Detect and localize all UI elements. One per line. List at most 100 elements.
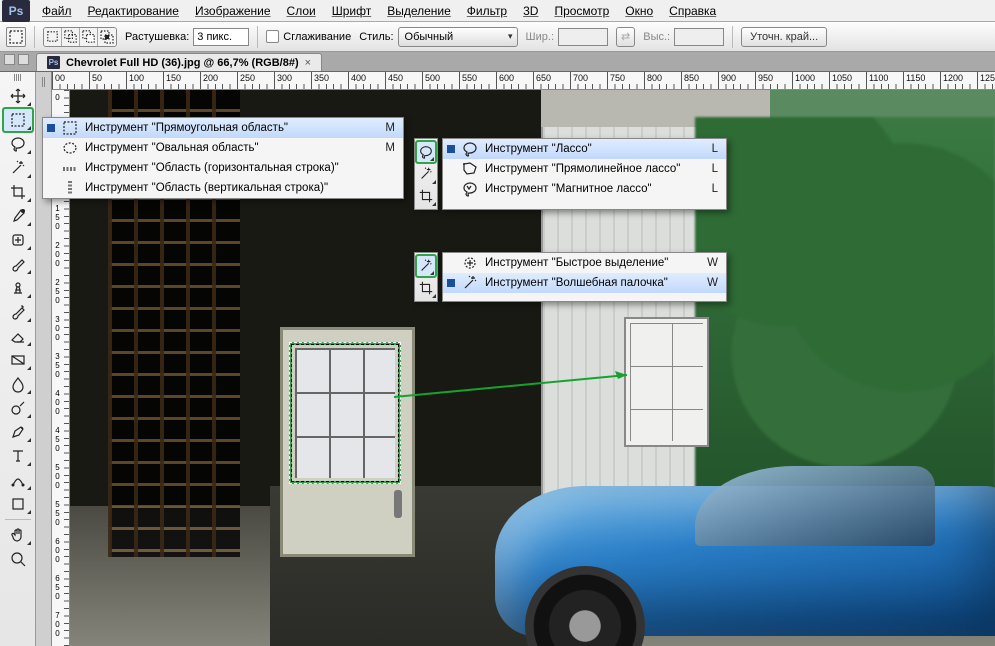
separator [732, 26, 733, 48]
dodge-tool[interactable] [3, 396, 33, 420]
menu-layers[interactable]: Слои [279, 2, 324, 20]
heal-tool[interactable] [3, 228, 33, 252]
antialias-checkbox[interactable] [266, 30, 279, 43]
feather-input[interactable] [193, 28, 249, 46]
app-logo: Ps [2, 0, 30, 22]
close-icon[interactable]: × [305, 57, 311, 69]
menu-filter[interactable]: Фильтр [459, 2, 515, 20]
wand-tool[interactable] [3, 156, 33, 180]
magic-wand-icon [461, 274, 479, 292]
wand-tool[interactable] [416, 255, 436, 277]
row-marquee-icon [61, 159, 79, 177]
separator [34, 26, 35, 48]
toolbox [0, 72, 36, 646]
selected-dot-icon [47, 124, 55, 132]
selection-mode-group [43, 27, 117, 47]
history-brush-tool[interactable] [3, 300, 33, 324]
brush-tool[interactable] [3, 252, 33, 276]
menu-window[interactable]: Окно [617, 2, 661, 20]
sel-add-icon[interactable] [62, 28, 80, 46]
sel-new-icon[interactable] [44, 28, 62, 46]
shape-tool[interactable] [3, 492, 33, 516]
flyout-item[interactable]: Инструмент "Область (горизонтальная стро… [43, 158, 403, 178]
ellipse-marquee-icon [61, 139, 79, 157]
poly-lasso-icon [461, 160, 479, 178]
wand-tool[interactable] [415, 163, 437, 185]
menu-file[interactable]: Файл [34, 2, 80, 20]
stamp-tool[interactable] [3, 276, 33, 300]
flyout-item[interactable]: Инструмент "Магнитное лассо" L [443, 179, 726, 199]
marquee-tool[interactable] [3, 108, 33, 132]
selected-dot-icon [447, 145, 455, 153]
move-tool[interactable] [3, 84, 33, 108]
path-sel-tool[interactable] [3, 468, 33, 492]
doc-arrange-icon[interactable] [18, 54, 29, 65]
crop-tool[interactable] [415, 185, 437, 207]
blur-tool[interactable] [3, 372, 33, 396]
flyout-label: Инструмент "Прямолинейное лассо" [485, 163, 692, 175]
antialias-label: Сглаживание [283, 31, 351, 43]
refine-edge-button[interactable]: Уточн. край... [741, 27, 827, 47]
document-title: Chevrolet Full HD (36).jpg @ 66,7% (RGB/… [66, 57, 299, 69]
toolbox-grip[interactable] [4, 74, 32, 82]
document-tab-bar: Ps Chevrolet Full HD (36).jpg @ 66,7% (R… [0, 52, 995, 72]
lasso-flyout: Инструмент "Лассо" L Инструмент "Прямоли… [442, 138, 727, 210]
flyout-shortcut: W [698, 257, 718, 269]
wand-flyout: Инструмент "Быстрое выделение" W Инструм… [442, 252, 727, 302]
flyout-item[interactable]: Инструмент "Овальная область" M [43, 138, 403, 158]
lasso-tool[interactable] [416, 141, 436, 163]
flyout-label: Инструмент "Быстрое выделение" [485, 257, 692, 269]
options-bar: Растушевка: Сглаживание Стиль: Обычный Ш… [0, 22, 995, 52]
flyout-item[interactable]: Инструмент "Волшебная палочка" W [443, 273, 726, 293]
separator [5, 519, 31, 520]
menu-edit[interactable]: Редактирование [80, 2, 187, 20]
menu-help[interactable]: Справка [661, 2, 724, 20]
doc-window-controls [4, 54, 29, 65]
eraser-tool[interactable] [3, 324, 33, 348]
flyout-item[interactable]: Инструмент "Прямолинейное лассо" L [443, 159, 726, 179]
menu-select[interactable]: Выделение [379, 2, 459, 20]
current-tool-icon[interactable] [6, 27, 26, 47]
wand-group: Инструмент "Быстрое выделение" W Инструм… [414, 252, 727, 302]
flyout-shortcut: L [698, 183, 718, 195]
flyout-item[interactable]: Инструмент "Быстрое выделение" W [443, 253, 726, 273]
flyout-shortcut: L [698, 163, 718, 175]
marquee-flyout: Инструмент "Прямоугольная область" M Инс… [42, 117, 404, 199]
sel-int-icon[interactable] [98, 28, 116, 46]
mini-toolbox [414, 138, 438, 210]
eyedropper-tool[interactable] [3, 204, 33, 228]
doc-arrange-icon[interactable] [4, 54, 15, 65]
menu-view[interactable]: Просмотр [546, 2, 617, 20]
car [435, 446, 995, 646]
flyout-label: Инструмент "Область (вертикальная строка… [85, 182, 369, 194]
flyout-item[interactable]: Инструмент "Прямоугольная область" M [43, 118, 403, 138]
rect-marquee-icon [61, 119, 79, 137]
ps-file-icon: Ps [47, 56, 60, 69]
magnetic-lasso-icon [461, 180, 479, 198]
quick-select-icon [461, 254, 479, 272]
zoom-tool[interactable] [3, 547, 33, 571]
flyout-shortcut: M [375, 122, 395, 134]
style-label: Стиль: [359, 31, 393, 43]
menu-type[interactable]: Шрифт [324, 2, 379, 20]
lasso-tool[interactable] [3, 132, 33, 156]
flyout-label: Инструмент "Область (горизонтальная стро… [85, 162, 369, 174]
menu-3d[interactable]: 3D [515, 2, 546, 20]
style-select[interactable]: Обычный [398, 27, 518, 47]
sel-sub-icon[interactable] [80, 28, 98, 46]
menu-image[interactable]: Изображение [187, 2, 279, 20]
hand-tool[interactable] [3, 523, 33, 547]
document-tab[interactable]: Ps Chevrolet Full HD (36).jpg @ 66,7% (R… [36, 53, 322, 71]
flyout-label: Инструмент "Магнитное лассо" [485, 183, 692, 195]
crop-tool[interactable] [3, 180, 33, 204]
flyout-label: Инструмент "Овальная область" [85, 142, 369, 154]
horizontal-ruler[interactable]: 0050100150200250300350400450500550600650… [52, 72, 995, 90]
type-tool[interactable] [3, 444, 33, 468]
pen-tool[interactable] [3, 420, 33, 444]
height-label: Выс.: [643, 31, 670, 43]
width-input [558, 28, 608, 46]
gradient-tool[interactable] [3, 348, 33, 372]
crop-tool[interactable] [415, 277, 437, 299]
flyout-item[interactable]: Инструмент "Область (вертикальная строка… [43, 178, 403, 198]
flyout-item[interactable]: Инструмент "Лассо" L [443, 139, 726, 159]
